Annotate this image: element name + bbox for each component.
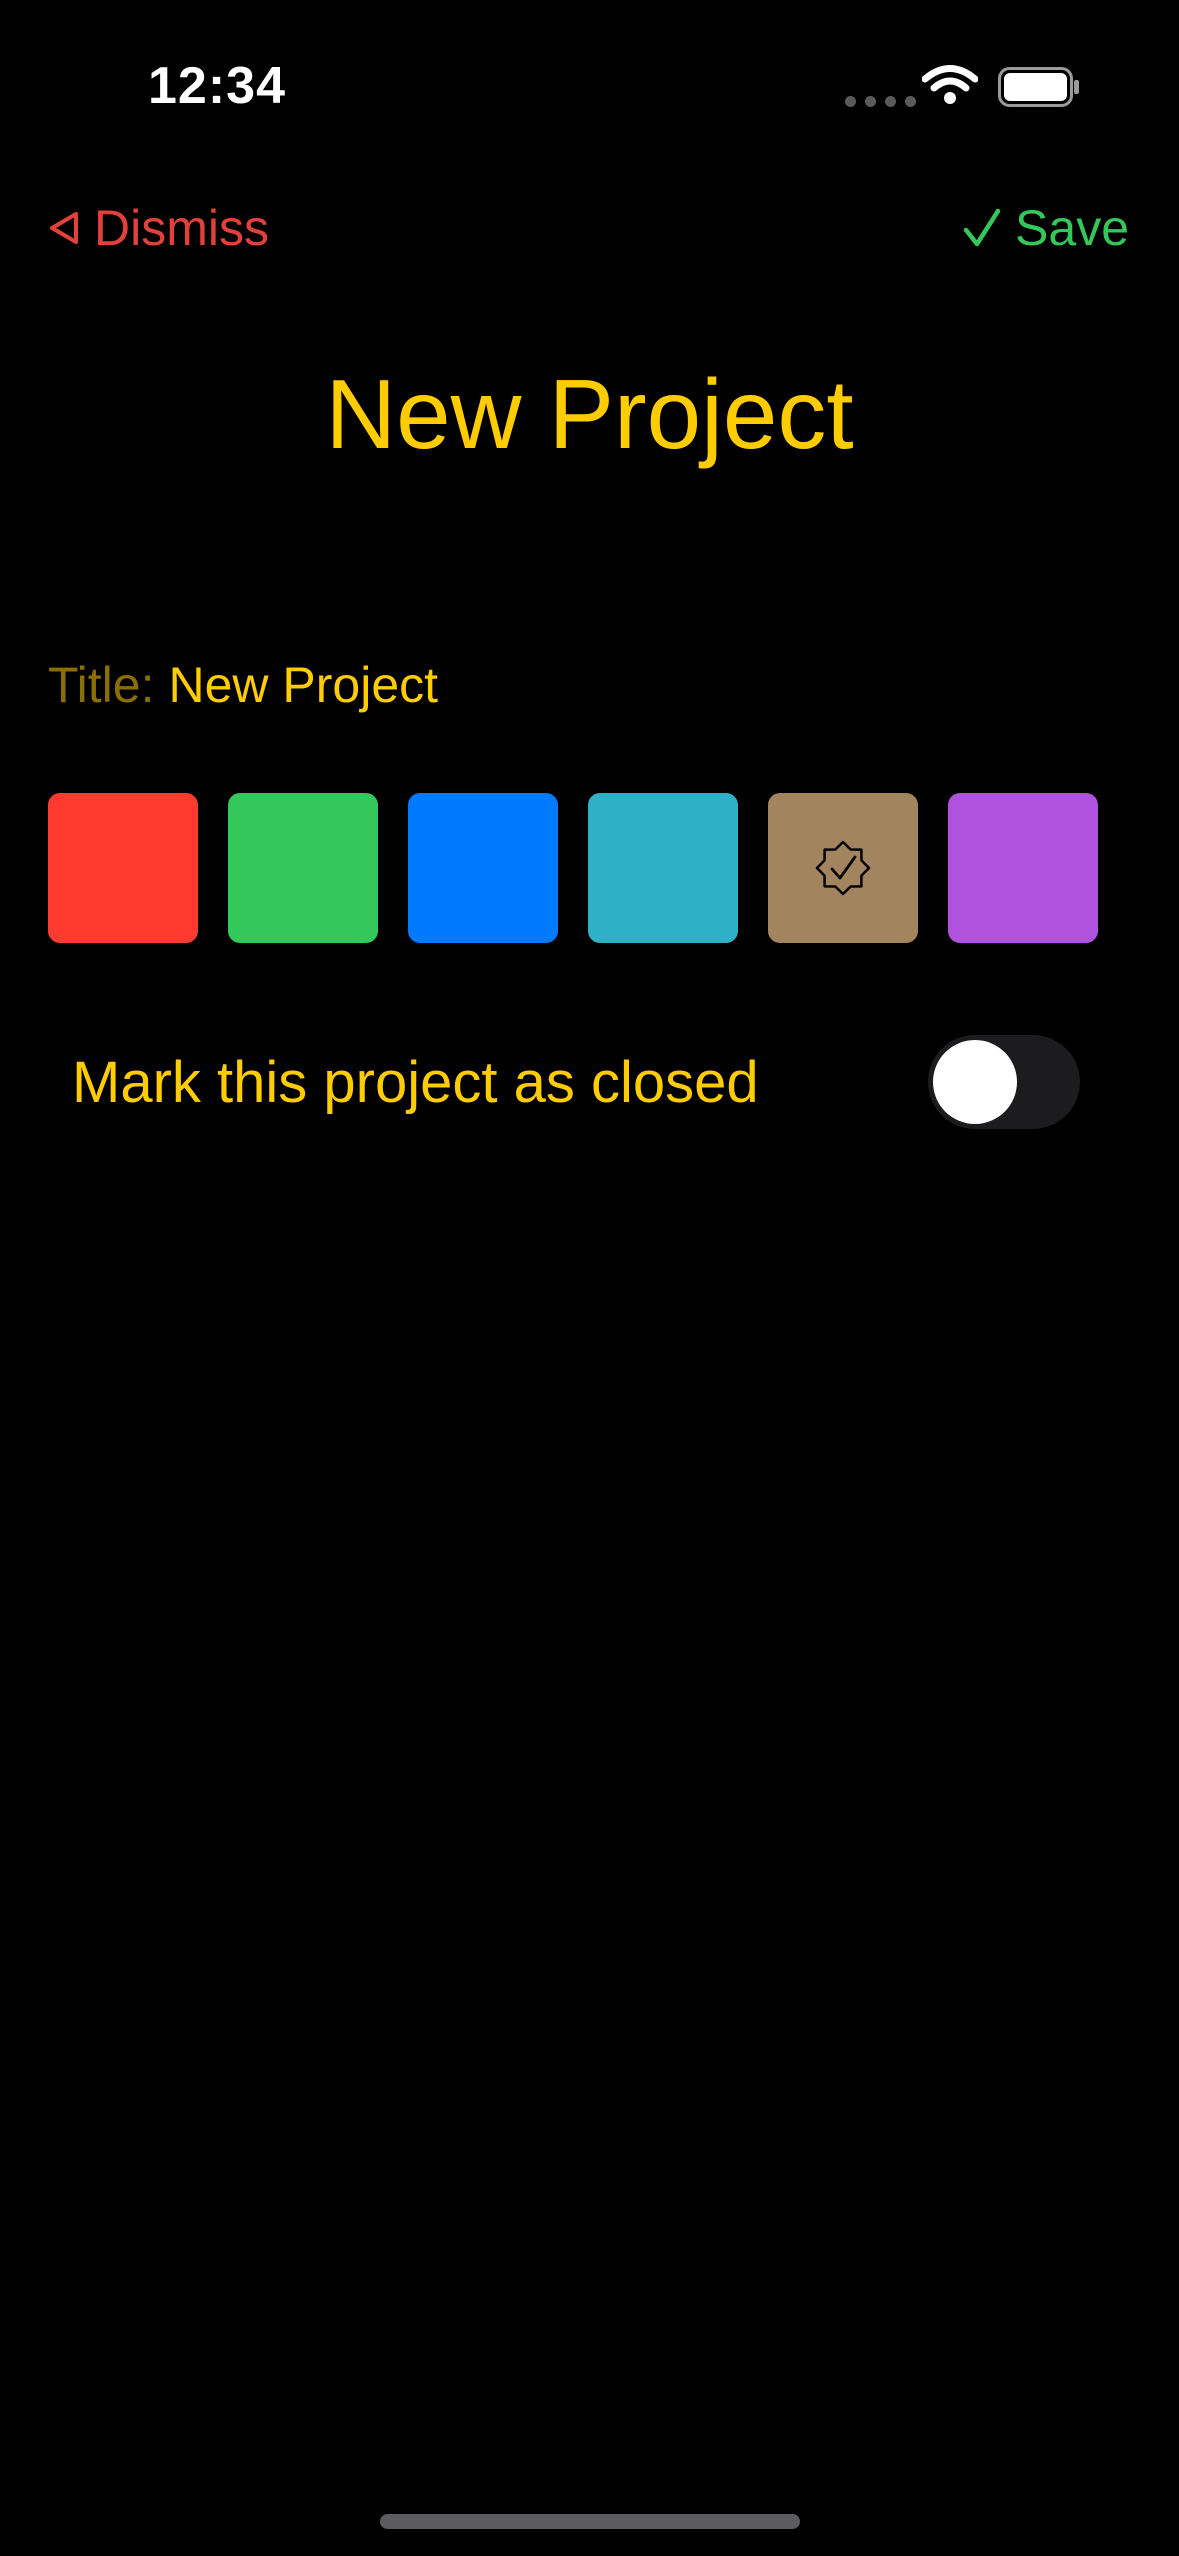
cellular-signal-icon bbox=[845, 96, 916, 107]
color-swatch-teal[interactable] bbox=[588, 793, 738, 943]
page-title: New Project bbox=[325, 359, 854, 469]
title-label: Title: bbox=[48, 657, 155, 713]
dismiss-button[interactable]: Dismiss bbox=[48, 196, 269, 260]
wifi-icon bbox=[922, 65, 978, 104]
closed-toggle-label: Mark this project as closed bbox=[72, 1049, 759, 1115]
save-button[interactable]: Save bbox=[963, 196, 1129, 260]
color-swatch-purple[interactable] bbox=[948, 793, 1098, 943]
toggle-knob bbox=[933, 1040, 1017, 1124]
color-swatch-brown[interactable] bbox=[768, 793, 918, 943]
title-input[interactable] bbox=[168, 656, 869, 714]
color-swatch-blue[interactable] bbox=[408, 793, 558, 943]
dismiss-label: Dismiss bbox=[94, 200, 269, 256]
save-label: Save bbox=[1015, 200, 1129, 256]
closed-toggle[interactable] bbox=[928, 1035, 1080, 1129]
checkmark-icon bbox=[963, 208, 1001, 247]
arrowtriangle-left-icon bbox=[50, 212, 78, 244]
battery-icon bbox=[998, 67, 1079, 107]
status-time: 12:34 bbox=[148, 57, 286, 115]
checkmark-seal-icon bbox=[815, 840, 871, 896]
color-swatch-red[interactable] bbox=[48, 793, 198, 943]
title-field-row: Title: bbox=[48, 656, 869, 714]
status-bar: 12:34 bbox=[0, 0, 1179, 160]
home-indicator bbox=[380, 2514, 800, 2529]
color-picker bbox=[48, 793, 1098, 943]
color-swatch-green[interactable] bbox=[228, 793, 378, 943]
closed-toggle-row: Mark this project as closed bbox=[72, 1032, 1080, 1132]
